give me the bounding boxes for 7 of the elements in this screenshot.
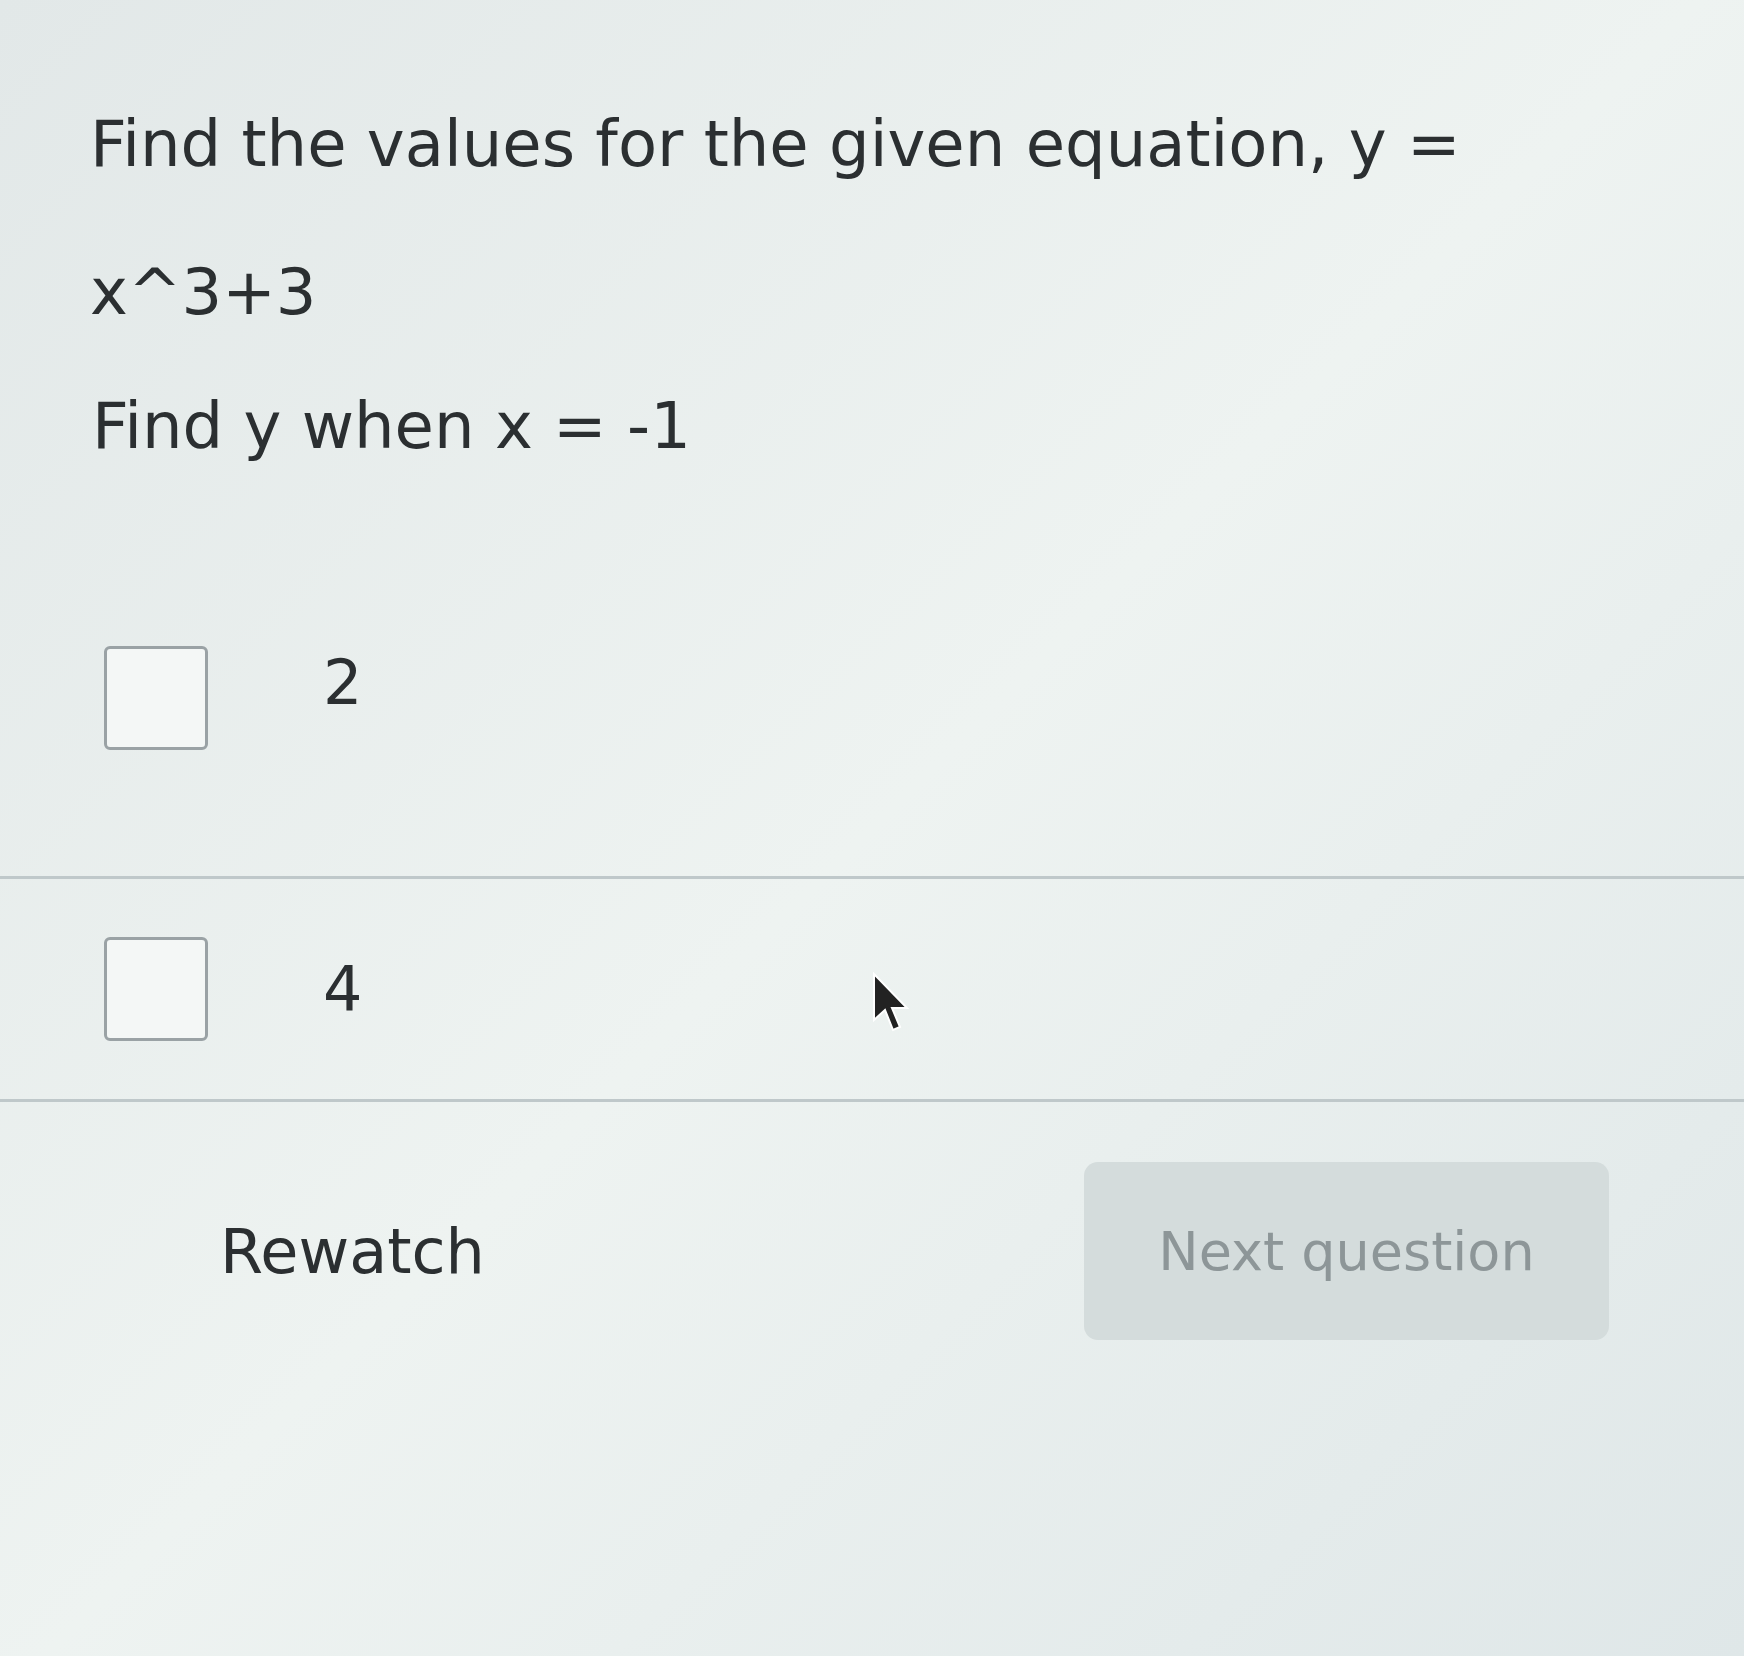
checkbox[interactable] xyxy=(104,937,208,1041)
prompt-text: Find y when x = -1 xyxy=(92,388,692,465)
option-label: 4 xyxy=(323,952,363,1026)
checkbox[interactable] xyxy=(104,646,208,750)
option-label: 2 xyxy=(323,646,363,719)
rewatch-button[interactable]: Rewatch xyxy=(200,1184,505,1318)
question-text: Find the values for the given equation, y = x^3+3 xyxy=(90,106,1462,331)
